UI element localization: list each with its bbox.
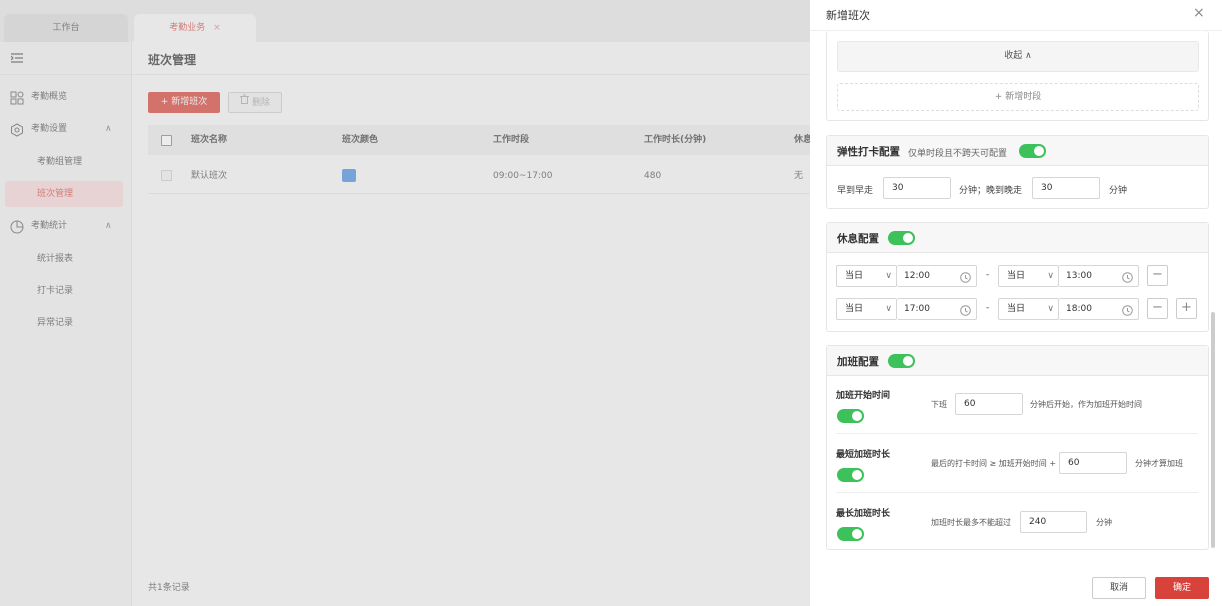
ot-min-prefix: 最后的打卡时间 ≥ 加班开始时间 + — [931, 459, 1057, 468]
remove-rest-button[interactable]: − — [1147, 298, 1168, 319]
ot-start-suffix: 分钟后开始，作为加班开始时间 — [1030, 400, 1142, 409]
time-picker[interactable]: 13:00 — [1059, 265, 1139, 287]
ot-divider — [836, 433, 1198, 434]
ot-start-prefix: 下班 — [931, 400, 947, 409]
ot-max-toggle[interactable] — [837, 527, 864, 541]
flex-title: 弹性打卡配置 — [837, 146, 900, 158]
ot-max-input[interactable]: 240 — [1020, 511, 1087, 533]
day-value: 当日 — [1007, 271, 1026, 281]
early-input[interactable]: 30 — [883, 177, 951, 199]
day-select[interactable]: 当日 ∨ — [998, 265, 1059, 287]
time-value: 12:00 — [904, 271, 930, 281]
ot-min-input[interactable]: 60 — [1059, 452, 1127, 474]
day-select[interactable]: 当日 ∨ — [998, 298, 1059, 320]
close-icon[interactable]: × — [1193, 5, 1205, 21]
collapse-button[interactable]: 收起 ∧ — [837, 41, 1199, 72]
clock-icon — [960, 304, 971, 324]
flex-card: 弹性打卡配置 仅单时段且不跨天可配置 早到早走 30 分钟；晚到晚走 30 分钟 — [826, 135, 1209, 209]
day-select[interactable]: 当日 ∨ — [836, 298, 897, 320]
modal-overlay[interactable] — [0, 0, 810, 606]
chevron-down-icon: ∨ — [1047, 304, 1054, 314]
clock-icon — [960, 271, 971, 291]
time-picker[interactable]: 17:00 — [897, 298, 977, 320]
late-unit: 分钟 — [1109, 186, 1128, 196]
overtime-toggle[interactable] — [888, 354, 915, 368]
drawer-scrollbar[interactable] — [1211, 312, 1215, 548]
clock-icon — [1122, 271, 1133, 291]
overtime-title: 加班配置 — [837, 356, 879, 368]
cancel-button[interactable]: 取消 — [1092, 577, 1146, 599]
remove-rest-button[interactable]: − — [1147, 265, 1168, 286]
flex-card-header: 弹性打卡配置 仅单时段且不跨天可配置 — [827, 136, 1208, 166]
ot-min-suffix: 分钟才算加班 — [1135, 459, 1183, 468]
rest-card-header: 休息配置 — [827, 223, 1208, 253]
time-value: 17:00 — [904, 304, 930, 314]
late-input[interactable]: 30 — [1032, 177, 1100, 199]
early-label: 早到早走 — [837, 186, 874, 196]
range-dash: - — [986, 303, 990, 313]
ot-start-toggle[interactable] — [837, 409, 864, 423]
ot-start-input[interactable]: 60 — [955, 393, 1023, 415]
time-value: 13:00 — [1066, 271, 1092, 281]
time-picker[interactable]: 12:00 — [897, 265, 977, 287]
overtime-card-header: 加班配置 — [827, 346, 1208, 376]
ot-max-label: 最长加班时长 — [836, 509, 891, 519]
mid-text: 分钟；晚到晚走 — [959, 186, 1023, 196]
ot-max-suffix: 分钟 — [1096, 518, 1112, 527]
chevron-down-icon: ∨ — [1047, 271, 1054, 281]
chevron-down-icon: ∨ — [885, 304, 892, 314]
add-rest-button[interactable]: + — [1176, 298, 1197, 319]
ot-divider — [836, 492, 1198, 493]
rest-title: 休息配置 — [837, 233, 879, 245]
time-value: 18:00 — [1066, 304, 1092, 314]
day-value: 当日 — [845, 304, 864, 314]
ot-start-label: 加班开始时间 — [836, 391, 891, 401]
flex-note: 仅单时段且不跨天可配置 — [908, 149, 1008, 159]
confirm-button[interactable]: 确定 — [1155, 577, 1209, 599]
drawer-title: 新增班次 — [826, 9, 870, 22]
period-card: 收起 ∧ + 新增时段 — [826, 31, 1209, 121]
flex-toggle[interactable] — [1019, 144, 1046, 158]
range-dash: - — [986, 270, 990, 280]
rest-toggle[interactable] — [888, 231, 915, 245]
add-period-button[interactable]: + 新增时段 — [837, 83, 1199, 111]
chevron-down-icon: ∨ — [885, 271, 892, 281]
day-value: 当日 — [845, 271, 864, 281]
ot-min-label: 最短加班时长 — [836, 450, 891, 460]
day-value: 当日 — [1007, 304, 1026, 314]
time-picker[interactable]: 18:00 — [1059, 298, 1139, 320]
ot-max-prefix: 加班时长最多不能超过 — [931, 518, 1011, 527]
ot-min-toggle[interactable] — [837, 468, 864, 482]
day-select[interactable]: 当日 ∨ — [836, 265, 897, 287]
clock-icon — [1122, 304, 1133, 324]
